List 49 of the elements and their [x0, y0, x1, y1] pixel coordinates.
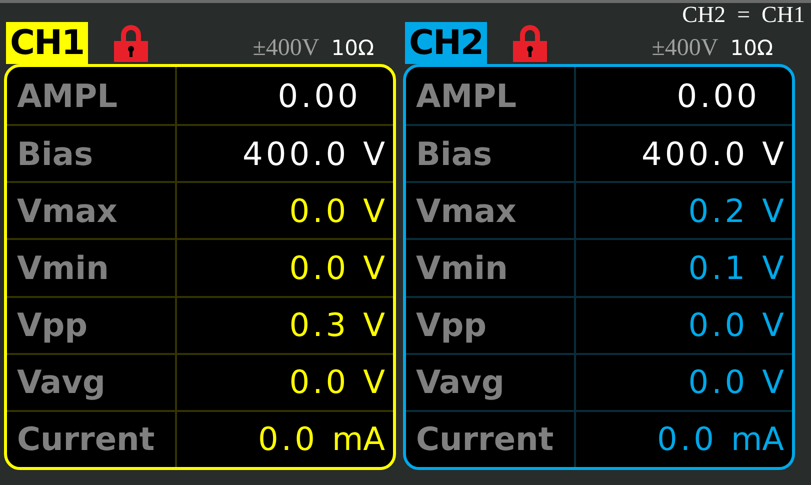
- parameter-label: Vavg: [406, 354, 576, 410]
- parameter-label: Vavg: [7, 354, 177, 410]
- parameter-label: Vpp: [406, 298, 576, 353]
- parameter-value: 0.0: [289, 192, 350, 230]
- parameter-label: Vmax: [406, 183, 576, 238]
- parameter-value: 0.3: [289, 306, 350, 344]
- parameter-value[interactable]: 400.0: [242, 134, 350, 173]
- unit-label: mA: [332, 420, 385, 458]
- lock-icon[interactable]: [513, 24, 548, 62]
- unit-label: V: [762, 192, 784, 230]
- lock-icon[interactable]: [114, 24, 148, 62]
- unit-label: V: [363, 192, 385, 230]
- unit-label: V: [363, 363, 385, 402]
- unit-label: V: [363, 134, 385, 173]
- unit-label: V: [762, 306, 784, 344]
- unit-label: V: [762, 248, 784, 287]
- parameter-value[interactable]: 0.00: [676, 76, 760, 115]
- unit-label: V: [762, 134, 784, 173]
- parameter-label: Vmax: [7, 183, 177, 238]
- parameter-value[interactable]: 0.00: [278, 76, 361, 115]
- voltage-range: ±400V: [252, 34, 320, 62]
- channel-sync-note: CH2 = CH1: [682, 2, 805, 28]
- unit-label: V: [762, 363, 784, 402]
- parameter-label: Bias: [406, 126, 576, 182]
- parameter-value: 0.0: [657, 420, 717, 458]
- parameter-value: 0.0: [289, 363, 350, 402]
- parameter-value: 0.1: [688, 248, 748, 287]
- parameter-value: 0.0: [688, 306, 748, 344]
- unit-label: mA: [730, 420, 784, 458]
- parameter-label: Bias: [7, 126, 177, 182]
- unit-label: V: [363, 248, 385, 287]
- parameter-label: AMPL: [406, 67, 576, 124]
- parameter-label: Current: [406, 412, 576, 467]
- parameter-value[interactable]: 400.0: [642, 134, 748, 173]
- parameter-value: 0.2: [688, 192, 748, 230]
- unit-label: V: [363, 306, 385, 344]
- impedance: 10Ω: [331, 35, 374, 62]
- parameter-value: 0.0: [289, 248, 350, 287]
- channel-tag[interactable]: CH1: [6, 22, 88, 64]
- voltage-range: ±400V: [652, 34, 718, 62]
- parameter-label: Vmin: [7, 240, 177, 296]
- parameter-label: Vmin: [406, 240, 576, 296]
- parameter-label: AMPL: [7, 67, 177, 124]
- channel-tag[interactable]: CH2: [405, 22, 488, 64]
- impedance: 10Ω: [730, 35, 773, 62]
- parameter-value: 0.0: [688, 363, 748, 402]
- parameter-label: Vpp: [7, 298, 177, 353]
- parameter-label: Current: [7, 412, 177, 467]
- parameter-value: 0.0: [258, 420, 318, 458]
